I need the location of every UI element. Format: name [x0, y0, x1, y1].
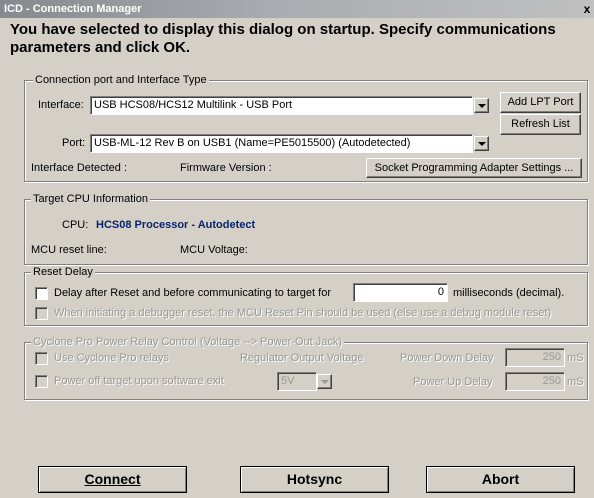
use-cyclone-relays-checkbox[interactable] [35, 352, 48, 365]
regulator-voltage-select[interactable]: 5V [277, 372, 317, 391]
debugger-reset-label: When initiating a debugger reset, the MC… [54, 307, 552, 319]
power-down-unit: mS [567, 352, 584, 364]
refresh-list-button[interactable]: Refresh List [500, 114, 581, 135]
delay-after-reset-checkbox[interactable] [35, 287, 48, 300]
port-label: Port: [62, 137, 86, 149]
power-up-delay-input[interactable]: 250 [505, 372, 565, 391]
delay-unit-label: milliseconds (decimal). [453, 287, 565, 299]
socket-programming-settings-button[interactable]: Socket Programming Adapter Settings ... [366, 158, 582, 178]
power-up-unit: mS [567, 376, 584, 388]
port-dropdown-button[interactable] [474, 136, 489, 151]
abort-label: Abort [481, 471, 520, 487]
chevron-down-icon [320, 379, 329, 384]
cpu-value: HCS08 Processor - Autodetect [96, 219, 256, 231]
mcu-voltage-label: MCU Voltage: [180, 244, 248, 256]
chevron-down-icon [477, 103, 486, 108]
use-cyclone-relays-label: Use Cyclone Pro relays [54, 352, 169, 364]
cyclone-relay-legend: Cyclone Pro Power Relay Control (Voltage… [31, 336, 345, 348]
regulator-voltage-dropdown-button[interactable] [317, 374, 332, 389]
abort-button[interactable]: Abort [426, 466, 575, 493]
firmware-version-label: Firmware Version : [180, 162, 272, 174]
power-up-delay-label: Power Up Delay [413, 376, 493, 388]
hotsync-label: Hotsync [286, 471, 343, 487]
mcu-reset-line-label: MCU reset line: [31, 244, 107, 256]
cpu-label: CPU: [62, 219, 89, 231]
interface-select[interactable]: USB HCS08/HCS12 Multilink - USB Port [90, 96, 473, 115]
power-down-delay-label: Power Down Delay [400, 352, 494, 364]
connection-legend: Connection port and Interface Type [33, 74, 209, 86]
connect-button[interactable]: Connect [38, 466, 187, 493]
startup-headline: You have selected to display this dialog… [10, 21, 556, 56]
debugger-reset-checkbox[interactable] [35, 307, 48, 320]
reset-delay-legend: Reset Delay [31, 266, 95, 278]
delay-after-reset-label: Delay after Reset and before communicati… [54, 287, 331, 299]
cyclone-relay-group [24, 342, 588, 400]
hotsync-button[interactable]: Hotsync [240, 466, 389, 493]
target-cpu-group [24, 199, 588, 265]
interface-detected-label: Interface Detected : [31, 162, 127, 174]
connect-label: Connect [84, 471, 141, 487]
target-cpu-legend: Target CPU Information [31, 193, 150, 205]
delay-ms-input[interactable]: 0 [353, 283, 448, 302]
interface-label: Interface: [38, 99, 84, 111]
power-off-on-exit-label: Power off target upon software exit [54, 375, 224, 387]
regulator-output-voltage-label: Regulator Output Voltage [240, 352, 364, 364]
power-off-on-exit-checkbox[interactable] [35, 375, 48, 388]
port-select[interactable]: USB-ML-12 Rev B on USB1 (Name=PE5015500)… [90, 134, 473, 153]
power-down-delay-input[interactable]: 250 [505, 348, 565, 367]
close-icon[interactable]: x [580, 2, 594, 16]
interface-dropdown-button[interactable] [474, 98, 489, 113]
add-lpt-port-button[interactable]: Add LPT Port [500, 92, 581, 113]
window-title: ICD - Connection Manager [4, 3, 142, 15]
chevron-down-icon [477, 141, 486, 146]
title-bar: ICD - Connection Manager x [0, 0, 594, 18]
